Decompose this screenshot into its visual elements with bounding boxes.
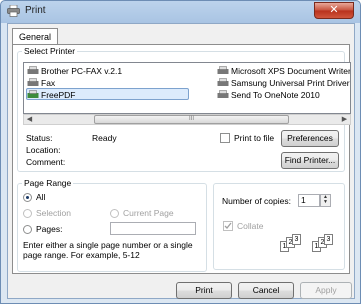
printer-item-selected[interactable]: FreePDF bbox=[26, 88, 189, 100]
scroll-right-icon[interactable]: ▶ bbox=[339, 115, 350, 124]
current-page-radio[interactable] bbox=[110, 209, 119, 218]
pages-input[interactable] bbox=[110, 222, 196, 235]
pdf-printer-icon bbox=[27, 90, 39, 98]
preferences-button[interactable]: Preferences bbox=[281, 130, 339, 147]
collate-pages-icon: 1 2 3 bbox=[280, 234, 306, 252]
copies-stepper[interactable]: ▲ ▼ bbox=[320, 194, 331, 207]
printer-icon bbox=[7, 5, 20, 17]
all-radio[interactable] bbox=[23, 193, 32, 202]
scroll-left-icon[interactable]: ◀ bbox=[24, 115, 35, 124]
all-label: All bbox=[36, 192, 46, 202]
select-printer-group: Select Printer Brother PC-FAX v.2.1 Fax … bbox=[17, 46, 351, 172]
find-printer-button[interactable]: Find Printer... bbox=[281, 152, 339, 169]
current-page-label: Current Page bbox=[123, 208, 174, 218]
comment-label: Comment: bbox=[26, 157, 66, 167]
samsung-printer-icon bbox=[217, 78, 229, 86]
general-tab-panel: Select Printer Brother PC-FAX v.2.1 Fax … bbox=[12, 44, 351, 274]
page-range-legend: Page Range bbox=[24, 178, 72, 188]
copies-input[interactable]: 1 bbox=[298, 194, 320, 207]
apply-button[interactable]: Apply bbox=[300, 282, 352, 299]
cancel-button[interactable]: Cancel bbox=[238, 282, 294, 299]
printer-list-scrollbar[interactable]: ◀ III ▶ bbox=[23, 114, 351, 125]
print-to-file-checkbox[interactable] bbox=[220, 133, 230, 143]
fax-icon bbox=[27, 78, 39, 86]
printer-item[interactable]: Send To OneNote 2010 bbox=[217, 89, 320, 101]
pages-radio[interactable] bbox=[23, 225, 32, 234]
close-button[interactable]: ✕ bbox=[314, 2, 354, 19]
print-dialog: Print ✕ General Select Printer Brother P… bbox=[0, 0, 361, 304]
location-label: Location: bbox=[26, 145, 61, 155]
pages-label: Pages: bbox=[36, 224, 63, 234]
onenote-printer-icon bbox=[217, 90, 229, 98]
printer-item[interactable]: Microsoft XPS Document Writer bbox=[217, 65, 350, 77]
printer-item[interactable]: Brother PC-FAX v.2.1 bbox=[27, 65, 122, 77]
print-button[interactable]: Print bbox=[176, 282, 232, 299]
dialog-client: General Select Printer Brother PC-FAX v.… bbox=[7, 23, 355, 299]
title-bar: Print ✕ bbox=[1, 1, 360, 22]
window-title: Print bbox=[25, 5, 46, 16]
tab-general[interactable]: General bbox=[12, 28, 59, 45]
dialog-footer: Print Cancel Apply bbox=[8, 277, 356, 300]
selection-label: Selection bbox=[36, 208, 71, 218]
printer-list[interactable]: Brother PC-FAX v.2.1 Fax FreePDF Microso… bbox=[23, 62, 351, 114]
close-icon: ✕ bbox=[329, 4, 339, 16]
printer-item[interactable]: Samsung Universal Print Driver (c bbox=[217, 77, 350, 89]
print-to-file-label: Print to file bbox=[234, 133, 275, 143]
select-printer-legend: Select Printer bbox=[24, 46, 76, 56]
fax-printer-icon bbox=[27, 66, 39, 74]
status-label: Status: bbox=[26, 133, 53, 143]
collate-label: Collate bbox=[237, 221, 264, 231]
spin-down-icon[interactable]: ▼ bbox=[321, 200, 330, 205]
scrollbar-thumb[interactable]: III bbox=[94, 115, 289, 124]
status-value: Ready bbox=[92, 133, 117, 143]
page-range-hint: Enter either a single page number or a s… bbox=[23, 240, 193, 260]
selection-radio[interactable] bbox=[23, 209, 32, 218]
copies-group: Number of copies: 1 ▲ ▼ Collate 1 2 3 1 bbox=[213, 183, 345, 270]
collate-checkbox[interactable] bbox=[223, 221, 233, 231]
page-range-group: Page Range All Selection Current Page Pa… bbox=[17, 178, 207, 272]
xps-printer-icon bbox=[217, 66, 229, 74]
copies-label: Number of copies: bbox=[222, 196, 291, 206]
checkmark-icon bbox=[224, 222, 232, 229]
collate-pages-icon: 1 2 3 bbox=[312, 234, 338, 252]
